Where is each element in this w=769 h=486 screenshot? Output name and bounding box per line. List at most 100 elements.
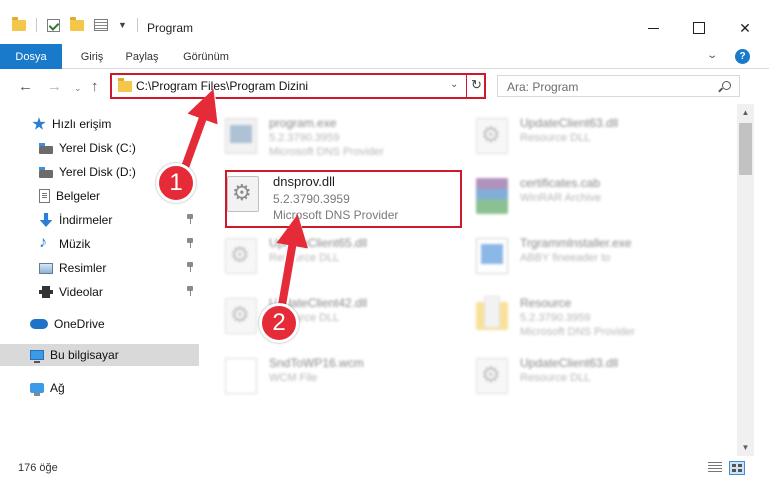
- file-type: Resource DLL: [269, 252, 340, 264]
- sidebar-item-local-disk-c[interactable]: Yerel Disk (C:): [0, 137, 199, 159]
- item-count: 176 öğe: [18, 462, 58, 474]
- quick-access-toolbar: ▼: [12, 16, 138, 32]
- file-description: Microsoft DNS Provider: [520, 326, 635, 338]
- forward-button[interactable]: →: [47, 78, 62, 95]
- new-folder-icon[interactable]: [70, 16, 84, 31]
- search-box[interactable]: Ara: Program: [497, 75, 740, 97]
- address-path[interactable]: C:\Program Files\Program Dizini: [136, 79, 308, 93]
- divider: [36, 18, 37, 32]
- search-icon[interactable]: [722, 81, 731, 90]
- onedrive-icon: [30, 319, 48, 329]
- download-icon: [39, 213, 53, 227]
- sidebar-item-label: OneDrive: [54, 317, 105, 331]
- tab-giris[interactable]: Giriş: [72, 44, 112, 69]
- file-description: Microsoft DNS Provider: [269, 146, 384, 158]
- installer-icon: [476, 238, 508, 274]
- help-icon[interactable]: ?: [735, 49, 750, 64]
- sidebar-item-label: Videolar: [59, 285, 103, 299]
- pc-icon: [30, 350, 44, 363]
- sidebar-item-this-pc[interactable]: Bu bilgisayar: [0, 344, 199, 366]
- sidebar-item-quick-access[interactable]: Hızlı erişim: [0, 113, 199, 135]
- dll-icon: [476, 358, 508, 394]
- sidebar-item-network[interactable]: Ağ: [0, 377, 199, 399]
- file-item[interactable]: program.exe 5.2.3790.3959 Microsoft DNS …: [205, 108, 455, 164]
- pictures-icon: [39, 262, 53, 274]
- minimize-button[interactable]: [630, 12, 676, 44]
- sidebar-item-videos[interactable]: Videolar: [0, 281, 199, 303]
- dll-icon: [227, 176, 259, 212]
- scroll-up-arrow-icon[interactable]: ▲: [737, 104, 754, 121]
- scrollbar-thumb[interactable]: [739, 123, 752, 175]
- ribbon-tabs: Dosya Giriş Paylaş Görünüm ⌄ ?: [0, 44, 769, 69]
- file-item[interactable]: SndToWP16.wcm WCM File: [205, 348, 455, 404]
- dll-icon: [225, 238, 257, 274]
- document-icon: [39, 189, 50, 203]
- tab-paylas[interactable]: Paylaş: [120, 44, 164, 69]
- disk-icon: [39, 142, 53, 154]
- file-type: WinRAR Archive: [520, 192, 602, 204]
- sidebar-item-label: Hızlı erişim: [52, 117, 112, 131]
- expand-ribbon-chevron-icon[interactable]: ⌄: [706, 50, 718, 61]
- file-item[interactable]: Trgrammlnstaller.exe ABBY fineeader to: [456, 228, 706, 284]
- address-row: ← → ⌄ ↑ C:\Program Files\Program Dizini …: [0, 70, 769, 104]
- dll-icon: [476, 118, 508, 154]
- file-list: program.exe 5.2.3790.3959 Microsoft DNS …: [205, 104, 737, 456]
- folder-icon: [476, 296, 508, 330]
- address-dropdown-icon[interactable]: ⌄: [450, 79, 458, 90]
- sidebar-item-label: İndirmeler: [59, 213, 113, 227]
- file-type: Resource DLL: [269, 312, 340, 324]
- search-input[interactable]: Ara: Program: [507, 80, 578, 94]
- details-view-icon[interactable]: [708, 462, 722, 474]
- sidebar-item-local-disk-d[interactable]: Yerel Disk (D:): [0, 161, 199, 183]
- recent-locations-dropdown-icon[interactable]: ⌄: [74, 83, 82, 94]
- title-bar: ▼ Program ✕: [0, 0, 769, 44]
- large-icons-view-icon[interactable]: [729, 461, 745, 475]
- close-button[interactable]: ✕: [722, 12, 768, 44]
- pin-icon: [186, 286, 194, 296]
- sidebar-item-label: Yerel Disk (D:): [59, 165, 136, 179]
- file-name: UpdateClient65.dll: [269, 236, 368, 250]
- file-name: program.exe: [269, 116, 337, 130]
- file-item[interactable]: UpdateClient63.dll Resource DLL: [456, 348, 706, 404]
- tab-gorunum[interactable]: Görünüm: [176, 44, 236, 69]
- divider: [466, 75, 467, 97]
- file-version: 5.2.3790.3959: [520, 312, 591, 324]
- list-properties-icon[interactable]: [94, 19, 108, 31]
- exe-icon: [225, 118, 257, 154]
- sidebar-item-label: Ağ: [50, 381, 65, 395]
- customize-toolbar-dropdown-icon[interactable]: ▼: [118, 20, 127, 30]
- scroll-down-arrow-icon[interactable]: ▼: [737, 439, 754, 456]
- tab-dosya[interactable]: Dosya: [0, 44, 62, 69]
- file-item[interactable]: UpdateClient42.dll Resource DLL: [205, 288, 455, 344]
- properties-check-icon[interactable]: [47, 18, 60, 32]
- maximize-button[interactable]: [676, 12, 722, 44]
- up-button[interactable]: ↑: [91, 78, 99, 95]
- file-item[interactable]: certificates.cab WinRAR Archive: [456, 168, 706, 224]
- file-type: ABBY fineeader to: [520, 252, 611, 264]
- vertical-scrollbar[interactable]: ▲ ▼: [737, 104, 754, 456]
- sidebar-item-music[interactable]: Müzik: [0, 233, 199, 255]
- folder-icon[interactable]: [12, 16, 26, 31]
- window-title: Program: [147, 21, 194, 35]
- sidebar-item-pictures[interactable]: Resimler: [0, 257, 199, 279]
- sidebar-item-documents[interactable]: Belgeler: [0, 185, 199, 207]
- file-name: dnsprov.dll: [273, 174, 335, 189]
- file-item-dnsprov[interactable]: dnsprov.dll 5.2.3790.3959 Microsoft DNS …: [225, 170, 475, 226]
- file-item[interactable]: UpdateClient63.dll Resource DLL: [456, 108, 706, 164]
- file-item[interactable]: UpdateClient65.dll Resource DLL: [205, 228, 455, 284]
- status-bar: 176 öğe: [0, 456, 769, 486]
- sidebar-item-label: Yerel Disk (C:): [59, 141, 136, 155]
- file-item[interactable]: Resource 5.2.3790.3959 Microsoft DNS Pro…: [456, 288, 706, 344]
- sidebar-item-onedrive[interactable]: OneDrive: [0, 313, 199, 335]
- sidebar-item-label: Müzik: [59, 237, 91, 251]
- file-name: Resource: [520, 296, 572, 310]
- refresh-icon[interactable]: ↻: [471, 77, 482, 93]
- file-name: certificates.cab: [520, 176, 601, 190]
- back-button[interactable]: ←: [18, 78, 33, 95]
- pin-icon: [186, 214, 194, 224]
- address-bar[interactable]: C:\Program Files\Program Dizini ⌄ ↻: [110, 73, 486, 99]
- star-icon: [32, 117, 46, 130]
- highlighted-file-item[interactable]: dnsprov.dll 5.2.3790.3959 Microsoft DNS …: [225, 170, 462, 228]
- file-name: UpdateClient63.dll: [520, 356, 619, 370]
- sidebar-item-downloads[interactable]: İndirmeler: [0, 209, 199, 231]
